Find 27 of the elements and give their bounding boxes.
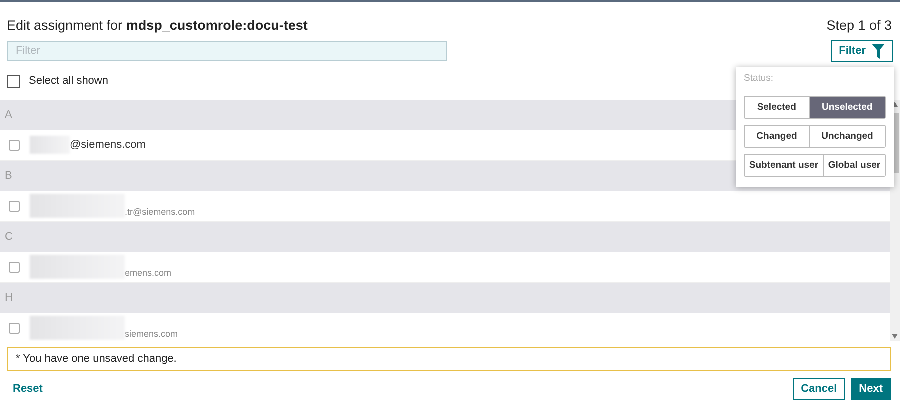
unsaved-notice: * You have one unsaved change. (7, 347, 891, 371)
reset-link[interactable]: Reset (13, 383, 43, 395)
funnel-icon (872, 44, 885, 58)
group-header: H (0, 283, 890, 313)
row-checkbox[interactable] (9, 262, 20, 272)
user-email: emens.com (125, 268, 172, 278)
user-email: @siemens.com (70, 139, 146, 151)
dialog-title: Edit assignment for mdsp_customrole:docu-test (7, 18, 308, 32)
filter-field[interactable]: Filter (7, 41, 447, 61)
row-checkbox[interactable] (9, 140, 20, 150)
group-header: C (0, 222, 890, 252)
step-indicator: Step 1 of 3 (826, 18, 892, 32)
cancel-button[interactable]: Cancel (793, 378, 846, 400)
filter-button[interactable]: Filter (831, 40, 893, 62)
status-label: Status: (744, 73, 775, 84)
select-all-label: Select all shown (29, 75, 108, 87)
user-email: .tr@siemens.com (125, 207, 196, 217)
select-all-checkbox[interactable] (7, 74, 20, 88)
status-toggle[interactable]: Unchanged (808, 126, 885, 147)
user-email: siemens.com (125, 329, 178, 339)
redacted-block (30, 136, 70, 154)
row-checkbox[interactable] (9, 200, 20, 212)
status-toggle[interactable]: Unselected (808, 97, 886, 118)
scroll-down-icon[interactable] (892, 334, 898, 339)
next-button[interactable]: Next (851, 378, 891, 400)
row-checkbox[interactable] (9, 322, 20, 334)
status-toggle[interactable]: Global user (822, 155, 886, 176)
